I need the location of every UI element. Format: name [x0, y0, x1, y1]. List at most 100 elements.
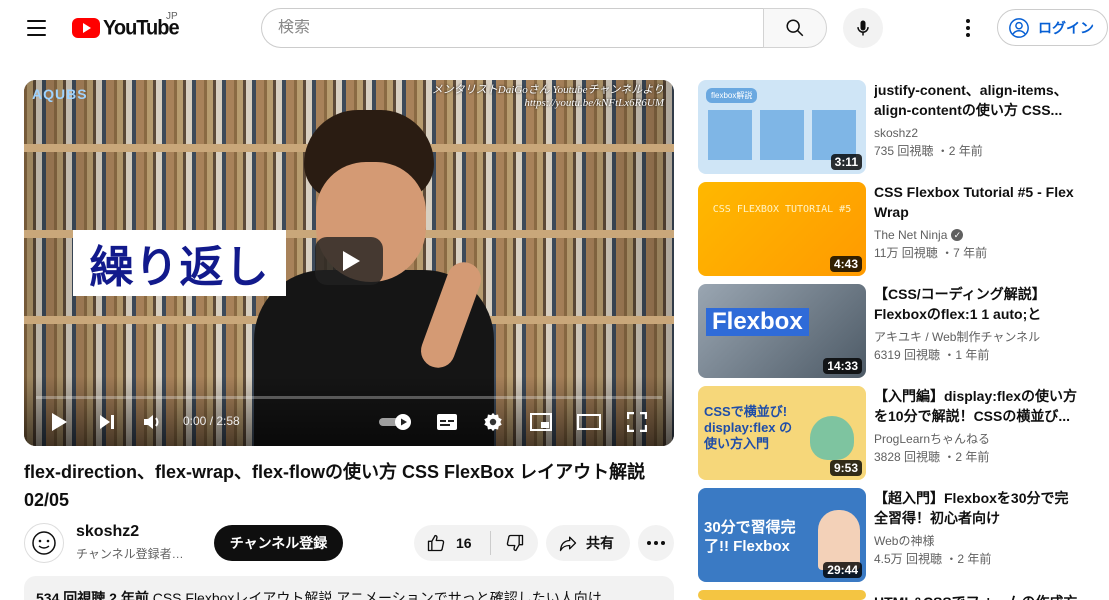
video-thumbnail[interactable] — [698, 590, 866, 600]
like-button[interactable]: 16 — [414, 525, 490, 561]
menu-icon-bar — [26, 27, 46, 29]
video-duration: 3:11 — [830, 154, 862, 170]
dot-icon — [966, 26, 970, 30]
credit-line: メンタリストDaiGoさん Youtubeチャンネルより — [431, 84, 664, 96]
play-button[interactable] — [42, 406, 76, 438]
subscriber-count: チャンネル登録者数 ... — [76, 547, 186, 561]
subtitles-icon — [437, 414, 457, 430]
smiley-avatar-icon — [32, 531, 56, 555]
recommended-video-info: 【入門編】display:flexの使い方を10分で解説！CSSの横並び... … — [874, 386, 1080, 480]
mute-button[interactable] — [136, 406, 170, 438]
video-thumbnail[interactable]: CSS FLEXBOX TUTORIAL #5 4:43 — [698, 182, 866, 276]
recommended-channel[interactable]: The Net Ninja ✓ — [874, 226, 1080, 244]
thumbnail-graphic — [708, 110, 752, 160]
share-button[interactable]: 共有 — [546, 525, 630, 561]
menu-icon-bar — [26, 20, 46, 22]
recommended-channel-name[interactable]: ProgLearnちゃんねる — [874, 430, 1080, 448]
subscribe-button[interactable]: チャンネル登録 — [214, 525, 343, 561]
dot-icon — [661, 541, 665, 545]
thumbnail-graphic — [760, 110, 804, 160]
video-credit: メンタリストDaiGoさん Youtubeチャンネルより https://you… — [432, 84, 664, 110]
account-icon — [1009, 17, 1029, 38]
login-label: ログイン — [1038, 19, 1094, 36]
gear-icon — [484, 412, 502, 432]
video-thumbnail[interactable]: flexbox解説 3:11 — [698, 80, 866, 174]
recommended-channel-name[interactable]: アキユキ / Web制作チャンネル — [874, 328, 1080, 346]
description-text: CSS Flexboxレイアウト解説 アニメーションでサっと確認したい人向け — [152, 590, 602, 600]
recommended-channel-name[interactable]: Webの神様 — [874, 532, 1080, 550]
recommended-video[interactable]: flexbox解説 3:11 justify-conent、align-item… — [698, 80, 1088, 174]
recommended-video-title[interactable]: justify-conent、align-items、align-content… — [874, 80, 1080, 120]
recommended-video-stats: 6319 回視聴 ・1 年前 — [874, 348, 990, 362]
recommended-video-stats: 3828 回視聴 ・2 年前 — [874, 450, 990, 464]
recommended-video[interactable]: 30分で習得完了!! Flexbox 29:44 【超入門】Flexboxを30… — [698, 488, 1088, 582]
recommended-video-title[interactable]: CSS Flexbox Tutorial #5 - Flex Wrap — [874, 182, 1080, 222]
share-label: 共有 — [586, 535, 614, 551]
dot-icon — [654, 541, 658, 545]
video-player[interactable]: AQUBS メンタリストDaiGoさん Youtubeチャンネルより https… — [24, 80, 674, 446]
recommended-video-info: 【CSS/コーディング解説】Flexboxのflex:1 1 auto;とは？.… — [874, 284, 1080, 378]
settings-more-button[interactable] — [948, 8, 988, 48]
progress-bar[interactable] — [36, 396, 662, 399]
channel-avatar[interactable] — [24, 523, 64, 563]
recommended-video[interactable]: CSSで横並び! display:flex の使い方入門 9:53 【入門編】d… — [698, 386, 1088, 480]
description-box[interactable]: 534 回視聴 2 年前 CSS Flexboxレイアウト解説 アニメーションで… — [24, 576, 674, 600]
guide-menu-button[interactable] — [16, 8, 56, 48]
youtube-logo[interactable]: YouTube — [72, 14, 180, 42]
like-dislike-group: 16 — [414, 525, 538, 561]
video-duration: 4:43 — [829, 256, 862, 272]
recommended-video[interactable]: HTML&CSSでフォームの作成方 — [698, 590, 1088, 600]
recommended-video-info: 【超入門】Flexboxを30分で完全習得！初心者向け 【HTML・... We… — [874, 488, 1080, 582]
thumbnail-text: flexbox解説 — [706, 88, 758, 103]
recommended-video-stats: 735 回視聴 ・2 年前 — [874, 144, 983, 158]
video-thumbnail[interactable]: CSSで横並び! display:flex の使い方入門 9:53 — [698, 386, 866, 480]
verified-check-icon: ✓ — [951, 229, 964, 241]
microphone-icon — [857, 20, 869, 36]
video-thumbnail[interactable]: 30分で習得完了!! Flexbox 29:44 — [698, 488, 866, 582]
dot-icon — [966, 19, 970, 23]
thumbnail-text: CSS FLEXBOX TUTORIAL #5 — [712, 204, 852, 215]
recommended-video-stats: 4.5万 回視聴 ・2 年前 — [874, 552, 992, 566]
recommended-video[interactable]: Flexbox 14:33 【CSS/コーディング解説】Flexboxのflex… — [698, 284, 1088, 378]
country-code: JP — [166, 11, 178, 22]
channel-name[interactable]: skoshz2 — [76, 523, 139, 541]
recommended-video-title[interactable]: 【超入門】Flexboxを30分で完全習得！初心者向け 【HTML・... — [874, 488, 1080, 528]
search-input[interactable] — [278, 19, 764, 37]
recommended-video-title[interactable]: 【入門編】display:flexの使い方を10分で解説！CSSの横並び... — [874, 386, 1080, 426]
login-button[interactable]: ログイン — [997, 9, 1108, 46]
mascot-graphic — [810, 416, 854, 460]
channel-watermark: AQUBS — [32, 86, 88, 102]
more-actions-button[interactable] — [638, 525, 674, 561]
youtube-play-icon — [72, 18, 100, 38]
video-thumbnail[interactable]: Flexbox 14:33 — [698, 284, 866, 378]
credit-url: https://youtu.be/kNFtLx6R6UM — [524, 97, 664, 109]
masthead: YouTube JP ログイン — [0, 0, 1109, 56]
fullscreen-button[interactable] — [620, 406, 654, 438]
menu-icon-bar — [26, 34, 46, 36]
voice-search-button[interactable] — [843, 8, 883, 48]
dot-icon — [966, 33, 970, 37]
large-play-button[interactable] — [315, 237, 383, 285]
recommended-video[interactable]: CSS FLEXBOX TUTORIAL #5 4:43 CSS Flexbox… — [698, 182, 1088, 276]
video-duration: 29:44 — [823, 562, 862, 578]
description-stats: 534 回視聴 2 年前 — [36, 590, 149, 600]
share-icon — [559, 536, 577, 552]
miniplayer-button[interactable] — [524, 406, 558, 438]
thumbnail-text: Flexbox — [706, 308, 809, 336]
recommended-video-info: CSS Flexbox Tutorial #5 - Flex Wrap The … — [874, 182, 1080, 276]
thumbnail-text: CSSで横並び! display:flex の使い方入門 — [704, 404, 793, 451]
search-button[interactable] — [763, 8, 827, 48]
dislike-button[interactable] — [491, 525, 538, 561]
theater-mode-button[interactable] — [572, 406, 606, 438]
next-button[interactable] — [90, 406, 124, 438]
video-duration: 9:53 — [829, 460, 862, 476]
recommended-video-stats: 11万 回視聴 ・7 年前 — [874, 246, 988, 260]
settings-button[interactable] — [476, 406, 510, 438]
autoplay-icon — [379, 414, 411, 430]
recommended-video-title[interactable]: HTML&CSSでフォームの作成方 — [874, 592, 1080, 600]
recommended-video-title[interactable]: 【CSS/コーディング解説】Flexboxのflex:1 1 auto;とは？.… — [874, 284, 1080, 324]
video-overlay-caption: 繰り返し — [73, 230, 286, 296]
autoplay-toggle[interactable] — [376, 406, 416, 438]
subtitles-button[interactable] — [430, 406, 464, 438]
recommended-channel-name[interactable]: skoshz2 — [874, 124, 1080, 142]
